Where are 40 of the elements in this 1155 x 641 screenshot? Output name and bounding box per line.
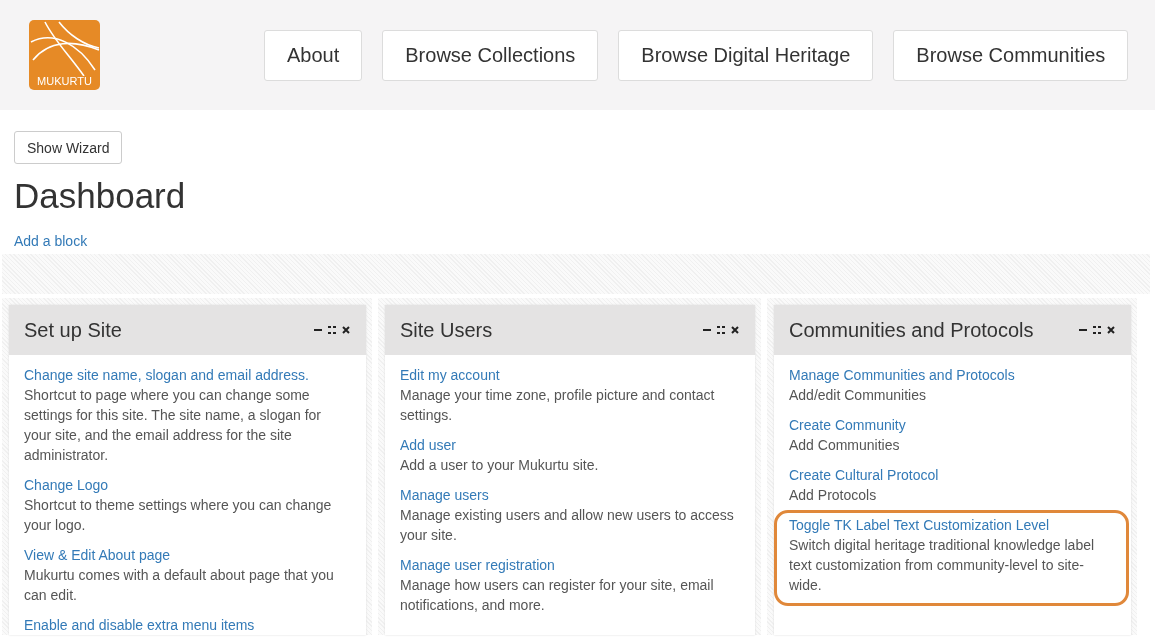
- nav-button[interactable]: Browse Digital Heritage: [618, 30, 874, 81]
- panel-title: Set up Site: [24, 318, 123, 342]
- link-description: Manage existing users and allow new users to access your site.: [400, 506, 735, 545]
- close-icon[interactable]: [341, 325, 351, 335]
- panel-link[interactable]: Change site name, slogan and email address.: [24, 365, 351, 385]
- panel-link[interactable]: Enable and disable extra menu items: [24, 615, 351, 635]
- panel-link[interactable]: Create Cultural Protocol: [789, 465, 1116, 485]
- panel-title: Communities and Protocols: [789, 318, 1035, 342]
- link-description: Add/edit Communities: [789, 386, 927, 405]
- link-description: Shortcut to page where you can change some settings for this site. The site name, a slogan for your site, and the email address for the site administrator.: [24, 386, 322, 465]
- link-description: Add a user to your Mukurtu site.: [400, 456, 600, 475]
- close-icon[interactable]: [1106, 325, 1116, 335]
- panel-link[interactable]: Add user: [400, 435, 740, 455]
- expand-icon[interactable]: [1092, 325, 1102, 335]
- nav-button[interactable]: Browse Communities: [893, 30, 1129, 81]
- nav-button[interactable]: About: [264, 30, 363, 81]
- nav-button[interactable]: Browse Collections: [382, 30, 599, 81]
- logo[interactable]: MUKURTU: [29, 20, 100, 90]
- show-wizard-button[interactable]: Show Wizard: [14, 131, 123, 164]
- link-description: Shortcut to theme settings where you can change your logo.: [24, 496, 333, 535]
- link-description: Add Protocols: [789, 486, 878, 505]
- expand-icon[interactable]: [327, 325, 337, 335]
- panel-title: Site Users: [400, 318, 494, 342]
- panel-link[interactable]: Manage users: [400, 485, 740, 505]
- expand-icon[interactable]: [716, 325, 726, 335]
- panel-link[interactable]: Manage user registration: [400, 555, 740, 575]
- link-description: Add Communities: [789, 436, 901, 455]
- panel-link[interactable]: Toggle TK Label Text Customization Level: [789, 515, 1114, 535]
- close-icon[interactable]: [730, 325, 740, 335]
- page-title: Dashboard: [14, 175, 187, 217]
- panel-link[interactable]: Edit my account: [400, 365, 740, 385]
- add-block-link[interactable]: Add a block: [14, 232, 88, 250]
- panel-link[interactable]: Manage Communities and Protocols: [789, 365, 1116, 385]
- panel-link[interactable]: Change Logo: [24, 475, 351, 495]
- link-description: Mukurtu comes with a default about page that you can edit.: [24, 566, 335, 605]
- link-description: Manage how users can register for your site, email notifications, and more.: [400, 576, 715, 615]
- panel-link[interactable]: Create Community: [789, 415, 1116, 435]
- panel-link[interactable]: View & Edit About page: [24, 545, 351, 565]
- link-description: Manage your time zone, profile picture and contact settings.: [400, 386, 716, 425]
- link-description: Switch digital heritage traditional knowledge label text customization from community-level to site-wide.: [789, 536, 1096, 595]
